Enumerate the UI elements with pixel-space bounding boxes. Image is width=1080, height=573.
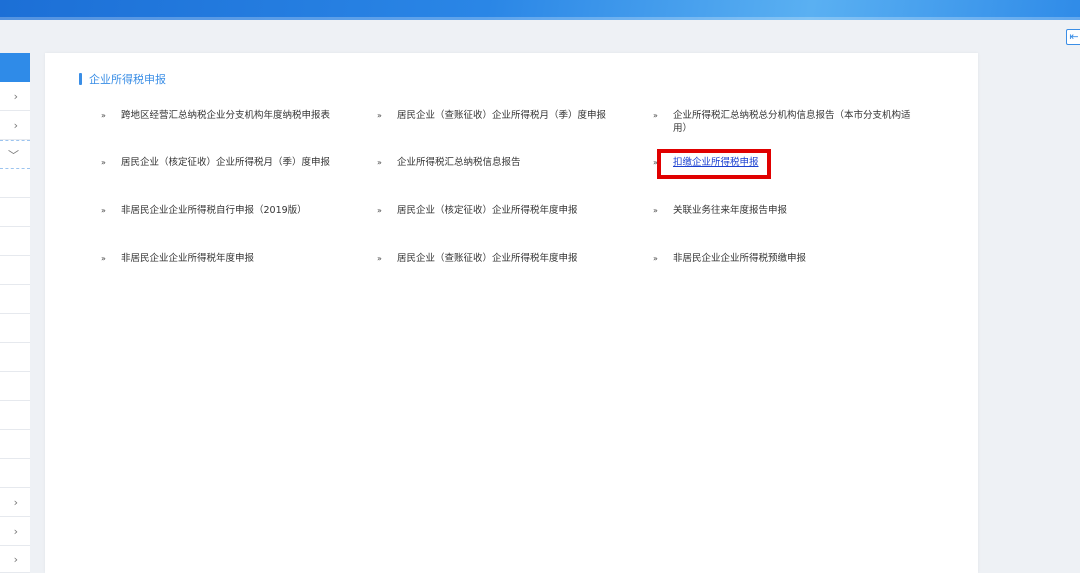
link-item[interactable]: » 企业所得税汇总纳税信息报告	[377, 156, 521, 169]
double-arrow-icon: »	[653, 254, 658, 263]
link-item[interactable]: » 跨地区经营汇总纳税企业分支机构年度纳税申报表	[101, 109, 330, 122]
double-arrow-icon: »	[101, 206, 106, 215]
sidebar-item[interactable]: ›	[0, 111, 30, 140]
sidebar-subitem[interactable]	[0, 401, 30, 430]
link-text[interactable]: 企业所得税汇总纳税信息报告	[397, 156, 521, 169]
double-arrow-icon: »	[377, 158, 382, 167]
chevron-right-icon: ›	[13, 525, 18, 538]
sidebar: › › ﹀ › › ›	[0, 53, 30, 573]
sidebar-subitem[interactable]	[0, 314, 30, 343]
sidebar-subitem[interactable]	[0, 285, 30, 314]
chevron-right-icon: ›	[13, 496, 18, 509]
top-banner	[0, 0, 1080, 20]
sidebar-item[interactable]: ›	[0, 517, 30, 546]
link-text[interactable]: 居民企业（核定征收）企业所得税月（季）度申报	[121, 156, 330, 169]
double-arrow-icon: »	[377, 254, 382, 263]
double-arrow-icon: »	[377, 111, 382, 120]
double-arrow-icon: »	[377, 206, 382, 215]
link-text[interactable]: 关联业务往来年度报告申报	[673, 204, 787, 217]
sidebar-item[interactable]: ›	[0, 82, 30, 111]
sidebar-subitem[interactable]	[0, 256, 30, 285]
double-arrow-icon: »	[653, 111, 658, 120]
link-text[interactable]: 跨地区经营汇总纳税企业分支机构年度纳税申报表	[121, 109, 330, 122]
sidebar-item[interactable]: ›	[0, 488, 30, 517]
section-title-text: 企业所得税申报	[89, 73, 166, 86]
link-item-withholding-tax[interactable]: » 扣缴企业所得税申报	[653, 156, 759, 169]
link-text[interactable]: 非居民企业企业所得税自行申报（2019版）	[121, 204, 307, 217]
link-text[interactable]: 非居民企业企业所得税年度申报	[121, 252, 254, 265]
main-panel: 企业所得税申报 » 跨地区经营汇总纳税企业分支机构年度纳税申报表 » 居民企业（…	[45, 53, 978, 573]
chevron-right-icon: ›	[13, 553, 18, 566]
chevron-right-icon: ›	[13, 119, 18, 132]
sidebar-item-expanded[interactable]: ﹀	[0, 140, 30, 169]
sidebar-subitem[interactable]	[0, 459, 30, 488]
link-item[interactable]: » 关联业务往来年度报告申报	[653, 204, 787, 217]
title-bar-icon	[79, 73, 82, 85]
chevron-right-icon: ›	[13, 90, 18, 103]
link-item[interactable]: » 居民企业（查账征收）企业所得税年度申报	[377, 252, 578, 265]
sidebar-subitem[interactable]	[0, 430, 30, 459]
double-arrow-icon: »	[101, 158, 106, 167]
sidebar-item[interactable]: ›	[0, 546, 30, 573]
sidebar-item-active[interactable]	[0, 53, 30, 82]
link-item[interactable]: » 非居民企业企业所得税年度申报	[101, 252, 254, 265]
link-item[interactable]: » 非居民企业企业所得税预缴申报	[653, 252, 806, 265]
link-text[interactable]: 企业所得税汇总纳税总分机构信息报告（本市分支机构适用）	[673, 109, 913, 135]
link-item[interactable]: » 居民企业（核定征收）企业所得税月（季）度申报	[101, 156, 330, 169]
double-arrow-icon: »	[653, 158, 658, 167]
chevron-down-icon: ﹀	[8, 149, 19, 162]
link-text[interactable]: 扣缴企业所得税申报	[673, 156, 759, 169]
link-text[interactable]: 非居民企业企业所得税预缴申报	[673, 252, 806, 265]
exit-icon[interactable]: ⇤	[1066, 29, 1080, 45]
link-item[interactable]: » 企业所得税汇总纳税总分机构信息报告（本市分支机构适用）	[653, 109, 913, 135]
double-arrow-icon: »	[101, 111, 106, 120]
link-item[interactable]: » 居民企业（核定征收）企业所得税年度申报	[377, 204, 578, 217]
sidebar-subitem[interactable]	[0, 372, 30, 401]
double-arrow-icon: »	[101, 254, 106, 263]
sidebar-subitem[interactable]	[0, 198, 30, 227]
link-text[interactable]: 居民企业（查账征收）企业所得税月（季）度申报	[397, 109, 606, 122]
link-text[interactable]: 居民企业（查账征收）企业所得税年度申报	[397, 252, 578, 265]
sidebar-subitem[interactable]	[0, 343, 30, 372]
link-text[interactable]: 居民企业（核定征收）企业所得税年度申报	[397, 204, 578, 217]
link-item[interactable]: » 非居民企业企业所得税自行申报（2019版）	[101, 204, 307, 217]
link-item[interactable]: » 居民企业（查账征收）企业所得税月（季）度申报	[377, 109, 606, 122]
sidebar-subitem[interactable]	[0, 227, 30, 256]
section-title: 企业所得税申报	[79, 71, 166, 87]
sidebar-subitem[interactable]	[0, 169, 30, 198]
double-arrow-icon: »	[653, 206, 658, 215]
